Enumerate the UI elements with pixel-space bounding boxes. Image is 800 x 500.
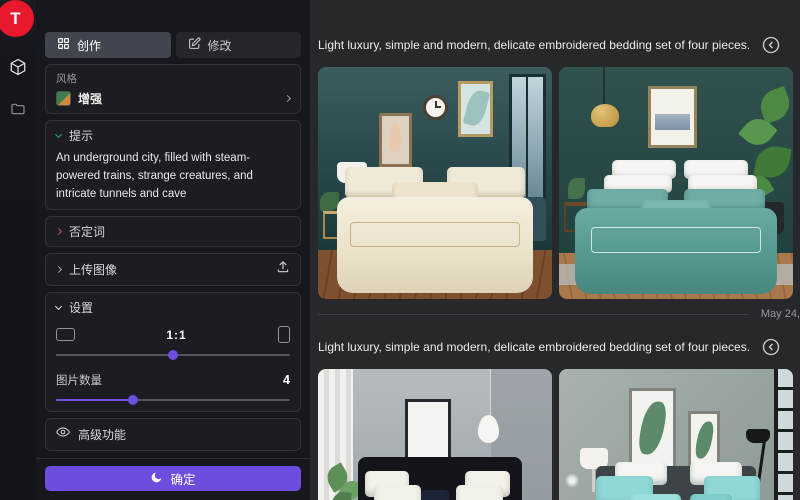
picture-frame bbox=[405, 399, 452, 462]
grid-icon bbox=[57, 37, 70, 53]
generated-image[interactable] bbox=[559, 369, 793, 500]
batch-caption: Light luxury, simple and modern, delicat… bbox=[318, 38, 750, 52]
negative-prompt-section[interactable]: 否定词 bbox=[45, 216, 301, 247]
divider bbox=[318, 314, 749, 315]
upload-icon bbox=[276, 260, 290, 279]
style-selector[interactable]: 风格 增强 bbox=[45, 64, 301, 114]
results-area: Light luxury, simple and modern, delicat… bbox=[310, 0, 800, 500]
chevron-right-icon bbox=[284, 95, 291, 102]
edit-icon bbox=[188, 37, 201, 53]
window bbox=[774, 369, 793, 500]
advanced-features-label: 高级功能 bbox=[78, 426, 126, 443]
tab-create-label: 创作 bbox=[77, 37, 101, 54]
date-separator: May 24, bbox=[318, 307, 800, 321]
landscape-ratio-icon[interactable] bbox=[56, 328, 75, 341]
style-value: 增强 bbox=[78, 90, 278, 107]
prompt-label: 提示 bbox=[69, 127, 93, 144]
settings-section: 设置 1:1 图片数量 4 bbox=[45, 292, 301, 412]
style-thumbnail bbox=[56, 91, 71, 106]
portrait-ratio-icon[interactable] bbox=[278, 326, 290, 343]
slider-thumb[interactable] bbox=[168, 350, 178, 360]
picture-frame bbox=[458, 81, 493, 137]
pillow bbox=[690, 494, 732, 500]
tab-modify[interactable]: 修改 bbox=[176, 32, 302, 58]
prompt-section: 提示 An underground city, filled with stea… bbox=[45, 120, 301, 210]
bed bbox=[575, 160, 776, 295]
confirm-button-label: 确定 bbox=[170, 469, 195, 488]
lamp-stem bbox=[592, 469, 595, 492]
batch-caption-row: Light luxury, simple and modern, delicat… bbox=[318, 338, 800, 356]
date-label: May 24, bbox=[761, 308, 800, 320]
app-root: { "sidebar": { "logo_letter": "T", "item… bbox=[0, 0, 800, 500]
divider bbox=[36, 458, 310, 459]
tab-create[interactable]: 创作 bbox=[45, 32, 171, 58]
eye-icon bbox=[56, 425, 70, 444]
chevron-down-icon bbox=[55, 131, 62, 138]
pendant-cord bbox=[603, 67, 605, 106]
duvet bbox=[337, 197, 534, 293]
pillow bbox=[374, 485, 421, 500]
generation-panel: 创作 修改 风格 增强 提示 An underground city, fill… bbox=[36, 0, 310, 500]
duvet bbox=[575, 208, 776, 294]
image-count-value: 4 bbox=[283, 373, 290, 387]
image-count-slider[interactable] bbox=[56, 395, 290, 405]
folder-icon bbox=[10, 101, 26, 122]
chevron-right-icon bbox=[55, 228, 62, 235]
generated-image[interactable] bbox=[318, 369, 552, 500]
image-count-label: 图片数量 bbox=[56, 372, 102, 388]
generated-image[interactable] bbox=[318, 67, 552, 299]
image-grid bbox=[318, 369, 800, 500]
picture-frame bbox=[379, 113, 412, 166]
confirm-button[interactable]: 确定 bbox=[45, 466, 301, 491]
moon-icon bbox=[150, 471, 163, 487]
style-label: 风格 bbox=[56, 71, 290, 86]
picture-frame bbox=[629, 388, 676, 472]
reuse-prompt-icon[interactable] bbox=[762, 338, 780, 356]
sidebar-item-models[interactable] bbox=[0, 52, 36, 86]
image-grid bbox=[318, 67, 800, 299]
aspect-ratio-slider[interactable] bbox=[56, 350, 290, 360]
brand-logo-letter: T bbox=[10, 9, 20, 29]
generated-image[interactable] bbox=[559, 67, 793, 299]
upload-image-section[interactable]: 上传图像 bbox=[45, 253, 301, 286]
pendant-lamp bbox=[591, 104, 619, 127]
pillow bbox=[629, 494, 680, 500]
picture-frame bbox=[648, 86, 697, 149]
chevron-down-icon bbox=[55, 303, 62, 310]
pillow bbox=[456, 485, 503, 500]
prompt-input[interactable]: An underground city, filled with steam-p… bbox=[56, 150, 290, 203]
pillow bbox=[421, 490, 449, 500]
negative-label: 否定词 bbox=[69, 223, 105, 240]
batch-caption: Light luxury, simple and modern, delicat… bbox=[318, 340, 750, 354]
pendant-lamp bbox=[478, 415, 499, 443]
aspect-ratio-row: 1:1 bbox=[56, 326, 290, 343]
cube-icon bbox=[9, 58, 27, 81]
batch-caption-row: Light luxury, simple and modern, delicat… bbox=[318, 36, 800, 54]
aspect-ratio-value: 1:1 bbox=[166, 328, 186, 342]
mode-tabs: 创作 修改 bbox=[45, 32, 301, 58]
bed bbox=[337, 167, 534, 293]
reuse-prompt-icon[interactable] bbox=[762, 36, 780, 54]
chevron-right-icon bbox=[55, 266, 62, 273]
prompt-header[interactable]: 提示 bbox=[56, 127, 290, 144]
wall-clock bbox=[423, 95, 448, 120]
upload-label: 上传图像 bbox=[69, 261, 117, 278]
pendant-cord bbox=[490, 369, 492, 418]
settings-label: 设置 bbox=[69, 299, 93, 316]
tab-modify-label: 修改 bbox=[208, 37, 232, 54]
flower-sprig bbox=[564, 471, 580, 490]
settings-header[interactable]: 设置 bbox=[56, 299, 290, 316]
floor-lamp-shade bbox=[746, 429, 769, 443]
slider-thumb[interactable] bbox=[128, 395, 138, 405]
nav-rail: T bbox=[0, 0, 36, 500]
sidebar-item-files[interactable] bbox=[0, 94, 36, 128]
advanced-features-toggle[interactable]: 高级功能 bbox=[45, 418, 301, 451]
